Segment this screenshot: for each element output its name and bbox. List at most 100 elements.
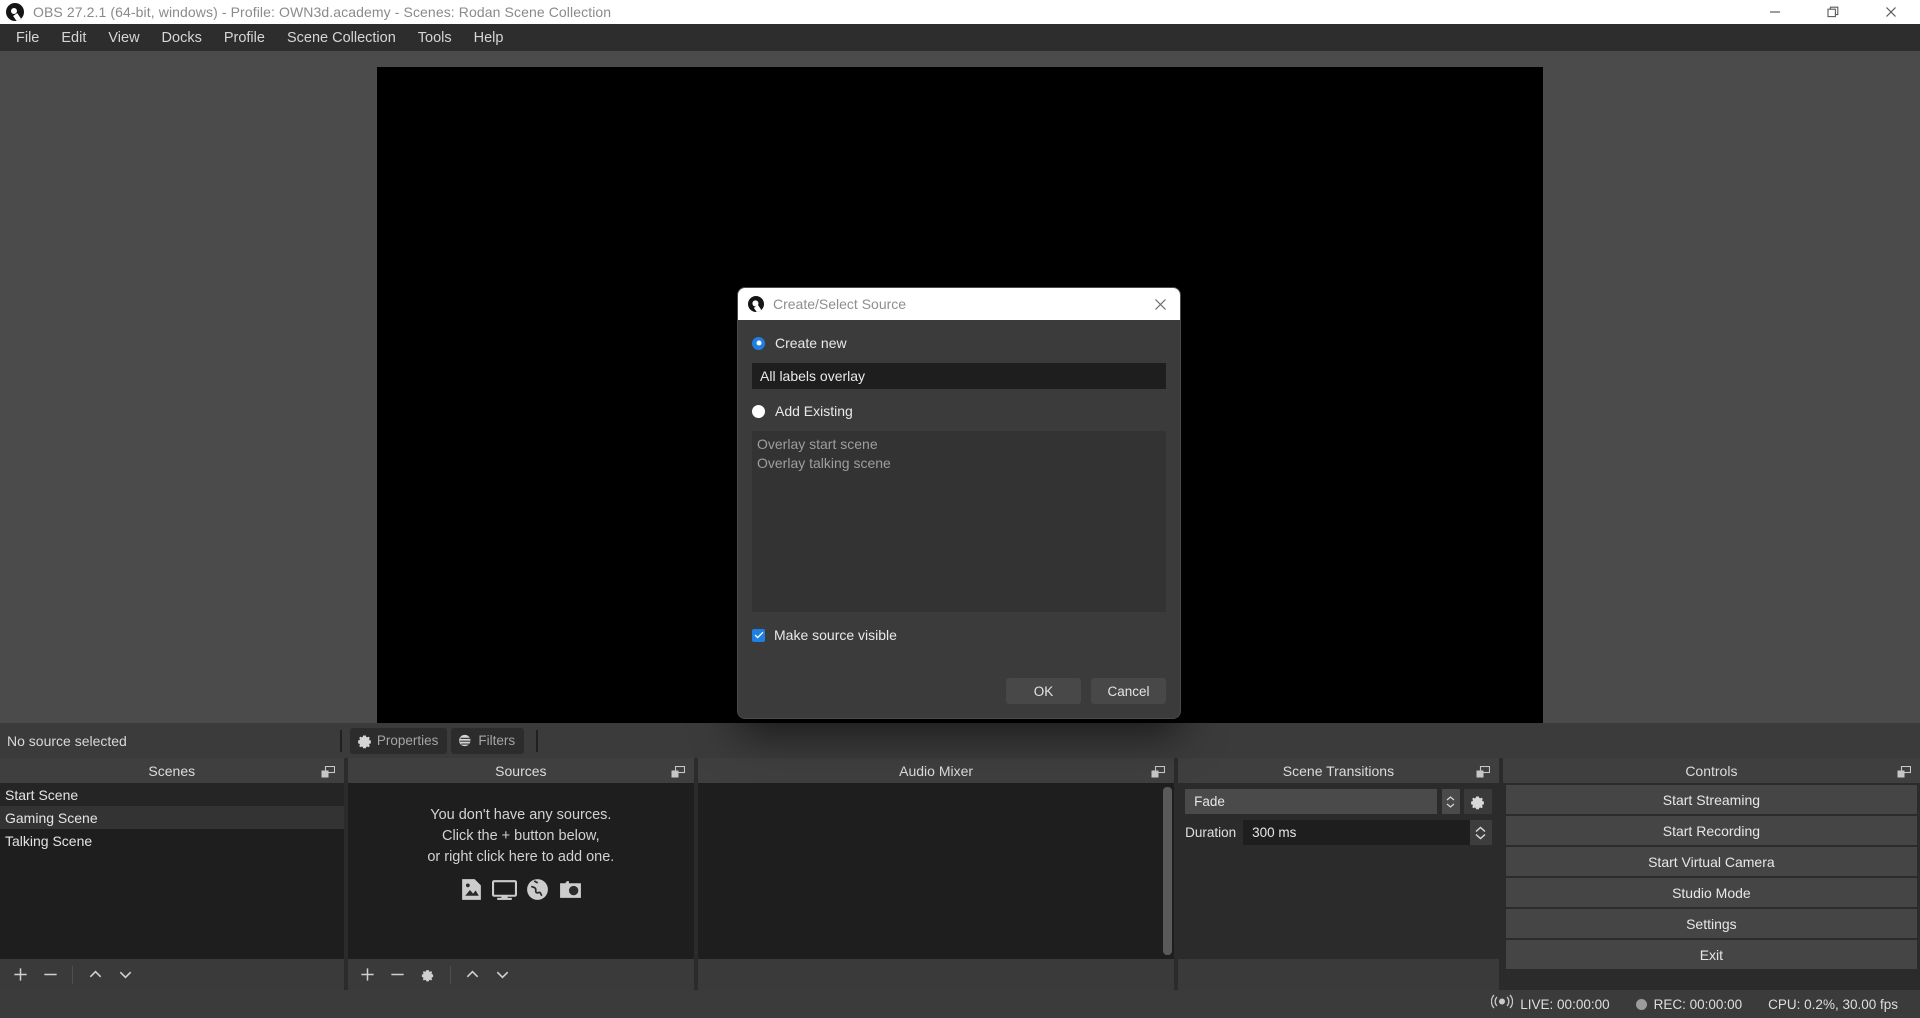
menu-item-docks[interactable]: Docks [151,26,213,50]
menu-item-view[interactable]: View [97,26,150,50]
move-source-down-button[interactable] [489,962,517,988]
create-select-source-dialog: Create/Select Source Create new All labe… [738,288,1180,718]
scene-list-item[interactable]: Gaming Scene [0,806,344,829]
move-source-up-button[interactable] [459,962,487,988]
sources-empty-icons [348,877,695,902]
transition-properties-gear-icon[interactable] [1464,789,1492,814]
dialog-close-icon[interactable] [1140,288,1180,320]
existing-source-item[interactable]: Overlay talking scene [757,454,1166,473]
properties-label: Properties [377,733,439,748]
transitions-body: Fade Duration 300 ms [1178,783,1499,959]
browser-icon[interactable] [525,877,550,902]
transition-spinner-icon[interactable] [1442,789,1460,814]
audio-mixer-dock-footer [698,959,1174,990]
toolbar-divider-right [536,730,538,752]
duration-row: Duration 300 ms [1185,820,1492,845]
restore-icon[interactable] [1804,0,1862,24]
add-source-button[interactable] [354,962,382,988]
selected-source-status: No source selected [7,733,127,749]
move-scene-down-button[interactable] [111,962,139,988]
ok-button[interactable]: OK [1006,678,1081,704]
audio-mixer-scrollbar-thumb[interactable] [1163,787,1172,955]
sources-empty-line2: Click the + button below, [348,826,695,847]
camera-icon[interactable] [558,877,583,902]
filters-label: Filters [478,733,515,748]
sources-dock: Sources You don't have any sources. Clic… [348,758,695,990]
gear-icon [356,732,373,749]
scenes-list[interactable]: Start Scene Gaming Scene Talking Scene [0,783,344,959]
make-source-visible-row[interactable]: Make source visible [752,627,1166,643]
add-scene-button[interactable] [6,962,34,988]
record-status-icon [1636,999,1647,1010]
transition-selector-row: Fade [1185,789,1492,814]
dialog-title: Create/Select Source [773,296,906,312]
duration-input[interactable]: 300 ms [1243,820,1492,845]
audio-mixer-body[interactable] [698,783,1174,959]
sources-footer-divider [450,966,451,984]
close-icon[interactable] [1862,0,1920,24]
start-streaming-button[interactable]: Start Streaming [1506,785,1917,814]
scenes-dock-footer [0,959,344,990]
float-dock-icon[interactable] [1151,765,1165,777]
duration-stepper[interactable] [1470,820,1492,845]
duration-label: Duration [1185,825,1236,840]
image-icon[interactable] [459,877,484,902]
live-status-group: LIVE: 00:00:00 [1491,994,1609,1014]
menu-item-profile[interactable]: Profile [213,26,276,50]
obs-logo-icon [6,3,24,21]
sources-dock-footer [348,959,695,990]
obs-logo-icon [748,296,764,312]
start-recording-button[interactable]: Start Recording [1506,816,1917,845]
rec-timer: REC: 00:00:00 [1654,997,1743,1012]
menu-item-help[interactable]: Help [463,26,515,50]
menu-item-edit[interactable]: Edit [50,26,97,50]
menu-item-file[interactable]: File [5,26,50,50]
transition-select[interactable]: Fade [1185,789,1437,814]
start-virtual-camera-button[interactable]: Start Virtual Camera [1506,847,1917,876]
filters-icon [457,732,474,749]
remove-scene-button[interactable] [36,962,64,988]
studio-mode-button[interactable]: Studio Mode [1506,878,1917,907]
source-properties-gear-icon[interactable] [414,962,442,988]
float-dock-icon[interactable] [321,765,335,777]
dialog-button-row: OK Cancel [738,678,1180,718]
scene-transitions-dock: Scene Transitions Fade [1178,758,1499,990]
controls-dock-header: Controls [1503,758,1920,783]
transitions-dock-header: Scene Transitions [1178,758,1499,783]
minimize-icon[interactable] [1746,0,1804,24]
audio-mixer-scrollbar[interactable] [1163,787,1172,955]
sources-empty-state: You don't have any sources. Click the + … [348,805,695,902]
scenes-dock-title: Scenes [148,763,195,779]
sources-list[interactable]: You don't have any sources. Click the + … [348,783,695,959]
create-new-radio-row[interactable]: Create new [752,332,1166,354]
move-scene-up-button[interactable] [81,962,109,988]
statusbar: LIVE: 00:00:00 REC: 00:00:00 CPU: 0.2%, … [0,990,1920,1018]
scenes-dock: Scenes Start Scene Gaming Scene Talking … [0,758,344,990]
existing-sources-list[interactable]: Overlay start scene Overlay talking scen… [752,431,1166,612]
filters-button[interactable]: Filters [451,728,524,754]
docks-row: Scenes Start Scene Gaming Scene Talking … [0,758,1920,990]
settings-button[interactable]: Settings [1506,909,1917,938]
transitions-dock-title: Scene Transitions [1283,763,1394,779]
display-icon[interactable] [492,877,517,902]
scene-list-item[interactable]: Talking Scene [0,829,344,852]
sources-empty-line3: or right click here to add one. [348,847,695,868]
float-dock-icon[interactable] [1897,765,1911,777]
menu-item-scene-collection[interactable]: Scene Collection [276,26,407,50]
sources-empty-line1: You don't have any sources. [348,805,695,826]
menu-item-tools[interactable]: Tools [407,26,463,50]
scene-list-item[interactable]: Start Scene [0,783,344,806]
add-existing-radio[interactable] [752,405,765,418]
add-existing-radio-row[interactable]: Add Existing [752,400,1166,422]
make-source-visible-label: Make source visible [774,627,897,643]
existing-source-item[interactable]: Overlay start scene [757,435,1166,454]
properties-button[interactable]: Properties [350,728,448,754]
cancel-button[interactable]: Cancel [1091,678,1166,704]
remove-source-button[interactable] [384,962,412,988]
create-new-radio[interactable] [752,337,765,350]
float-dock-icon[interactable] [671,765,685,777]
source-name-input[interactable]: All labels overlay [752,363,1166,389]
float-dock-icon[interactable] [1476,765,1490,777]
exit-button[interactable]: Exit [1506,940,1917,969]
make-source-visible-checkbox[interactable] [752,629,765,642]
